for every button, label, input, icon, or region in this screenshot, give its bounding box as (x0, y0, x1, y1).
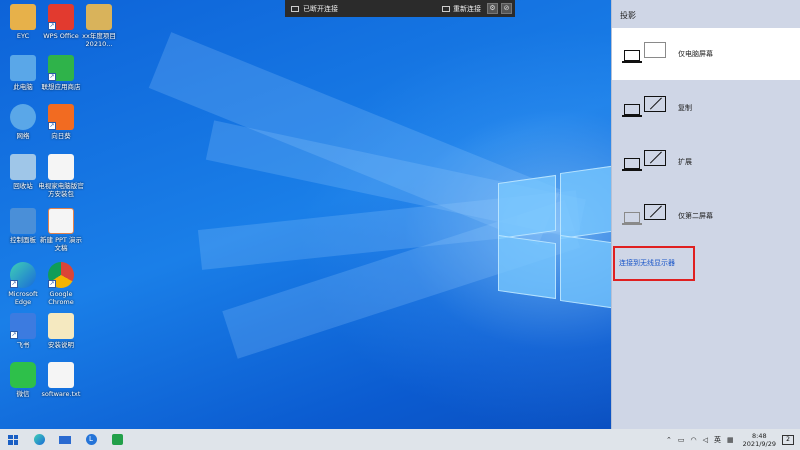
desktop-icon-label: 安装说明 (48, 341, 74, 349)
project-panel: 投影 仅电脑屏幕 复制 扩展 仅第二屏幕 (611, 0, 800, 429)
volume-icon[interactable]: ◁ (703, 436, 708, 444)
desktop-icon-label: 联想应用商店 (41, 83, 81, 91)
shopping-bag-icon: ↗ (48, 55, 74, 81)
sunflower-remote-icon: ↗ (48, 104, 74, 130)
document-icon (48, 154, 74, 180)
duplicate-icon (622, 96, 672, 120)
connection-status: 已断开连接 (303, 4, 338, 13)
desktop-icon-chrome[interactable]: ↗ Google Chrome (38, 262, 84, 306)
desktop-icon-label: xx年度项目20210... (82, 32, 116, 48)
pin-icon[interactable]: ⊘ (501, 3, 512, 14)
computer-icon (10, 55, 36, 81)
option-extend[interactable]: 扩展 (612, 136, 800, 188)
settings-icon[interactable]: ⚙ (487, 3, 498, 14)
windows-logo-wallpaper (498, 164, 618, 320)
option-duplicate[interactable]: 复制 (612, 82, 800, 134)
l-app-icon: L (85, 434, 97, 445)
panel-title: 投影 (620, 11, 636, 20)
desktop-icon-tv-installer[interactable]: 电视家电脑版官方安装包 (38, 154, 84, 198)
highlight-annotation-box (613, 246, 695, 281)
system-tray: ⌃ ▭ ◠ ◁ 英 ▦ 8:48 2021/9/29 2 (663, 429, 800, 450)
shortcut-arrow-icon: ↗ (10, 280, 18, 288)
desktop-icon-install-guide[interactable]: 安装说明 (38, 313, 84, 349)
network-globe-icon (10, 104, 36, 130)
extend-icon (622, 150, 672, 174)
windows-start-icon (8, 434, 18, 445)
taskbar-mail[interactable] (52, 429, 78, 450)
text-file-icon (48, 362, 74, 388)
desktop-icon-label: 电视家电脑版官方安装包 (38, 182, 84, 198)
desktop-icon-label: software.txt (41, 390, 81, 398)
notification-count: 2 (786, 435, 790, 443)
logo-pane (560, 234, 618, 310)
desktop-icon-software-txt[interactable]: software.txt (38, 362, 84, 398)
recycle-bin-icon (10, 154, 36, 180)
notification-center-button[interactable]: 2 (782, 434, 794, 445)
shortcut-arrow-icon: ↗ (48, 22, 56, 30)
shortcut-arrow-icon: ↗ (10, 331, 18, 339)
ppt-document-icon (48, 208, 74, 234)
logo-pane (498, 234, 556, 300)
shortcut-arrow-icon: ↗ (48, 280, 56, 288)
remote-connection-bar: 已断开连接 重新连接 ⚙ ⊘ (285, 0, 515, 17)
ime-grid-icon[interactable]: ▦ (727, 436, 734, 444)
feishu-icon: ↗ (10, 313, 36, 339)
taskbar-app-green[interactable] (104, 429, 130, 450)
green-app-icon (111, 434, 123, 445)
option-label: 仅电脑屏幕 (678, 50, 713, 58)
text-document-icon (48, 313, 74, 339)
shortcut-arrow-icon: ↗ (48, 122, 56, 130)
wps-office-icon: ↗ (48, 4, 74, 30)
edge-browser-icon (33, 434, 45, 445)
logo-pane (560, 164, 618, 240)
desktop-icon-sunflower[interactable]: ↗ 向日葵 (38, 104, 84, 140)
chevron-up-icon[interactable]: ⌃ (666, 436, 672, 444)
desktop-icon-label: Google Chrome (48, 290, 74, 306)
user-folder-icon (10, 4, 36, 30)
logo-pane (498, 174, 556, 240)
desktop-icon-label: 新建 PPT 演示文稿 (40, 236, 82, 252)
reconnect-icon (442, 5, 450, 12)
option-second-screen-only[interactable]: 仅第二屏幕 (612, 190, 800, 242)
mail-icon (59, 435, 71, 444)
option-label: 扩展 (678, 158, 692, 166)
wechat-icon (10, 362, 36, 388)
control-panel-icon (10, 208, 36, 234)
edge-browser-icon: ↗ (10, 262, 36, 288)
taskbar-app-l[interactable]: L (78, 429, 104, 450)
option-pc-screen-only[interactable]: 仅电脑屏幕 (612, 28, 800, 80)
zip-archive-icon (86, 4, 112, 30)
clock[interactable]: 8:48 2021/9/29 (743, 432, 776, 448)
taskbar-edge[interactable] (26, 429, 52, 450)
reconnect-button[interactable]: 重新连接 (442, 4, 481, 14)
reconnect-label: 重新连接 (453, 4, 481, 13)
desktop-icon-new-ppt[interactable]: 新建 PPT 演示文稿 (38, 208, 84, 252)
desktop-icon-project-file[interactable]: xx年度项目20210... (76, 4, 122, 48)
clock-date: 2021/9/29 (742, 439, 776, 448)
clock-time: 8:48 (752, 431, 767, 440)
desktop-icon-app-store[interactable]: ↗ 联想应用商店 (38, 55, 84, 91)
start-button[interactable] (0, 429, 26, 450)
chrome-browser-icon: ↗ (48, 262, 74, 288)
desktop-icon-label: 向日葵 (51, 132, 71, 140)
option-label: 仅第二屏幕 (678, 212, 713, 220)
battery-icon[interactable]: ▭ (678, 436, 685, 444)
pc-screen-only-icon (622, 42, 672, 66)
monitor-icon (291, 5, 299, 12)
option-label: 复制 (678, 104, 692, 112)
shortcut-arrow-icon: ↗ (48, 73, 56, 81)
input-language[interactable]: 英 (714, 435, 721, 445)
taskbar: L ⌃ ▭ ◠ ◁ 英 ▦ 8:48 2021/9/29 2 (0, 429, 800, 450)
wifi-icon[interactable]: ◠ (691, 436, 697, 444)
second-screen-only-icon (622, 204, 672, 228)
